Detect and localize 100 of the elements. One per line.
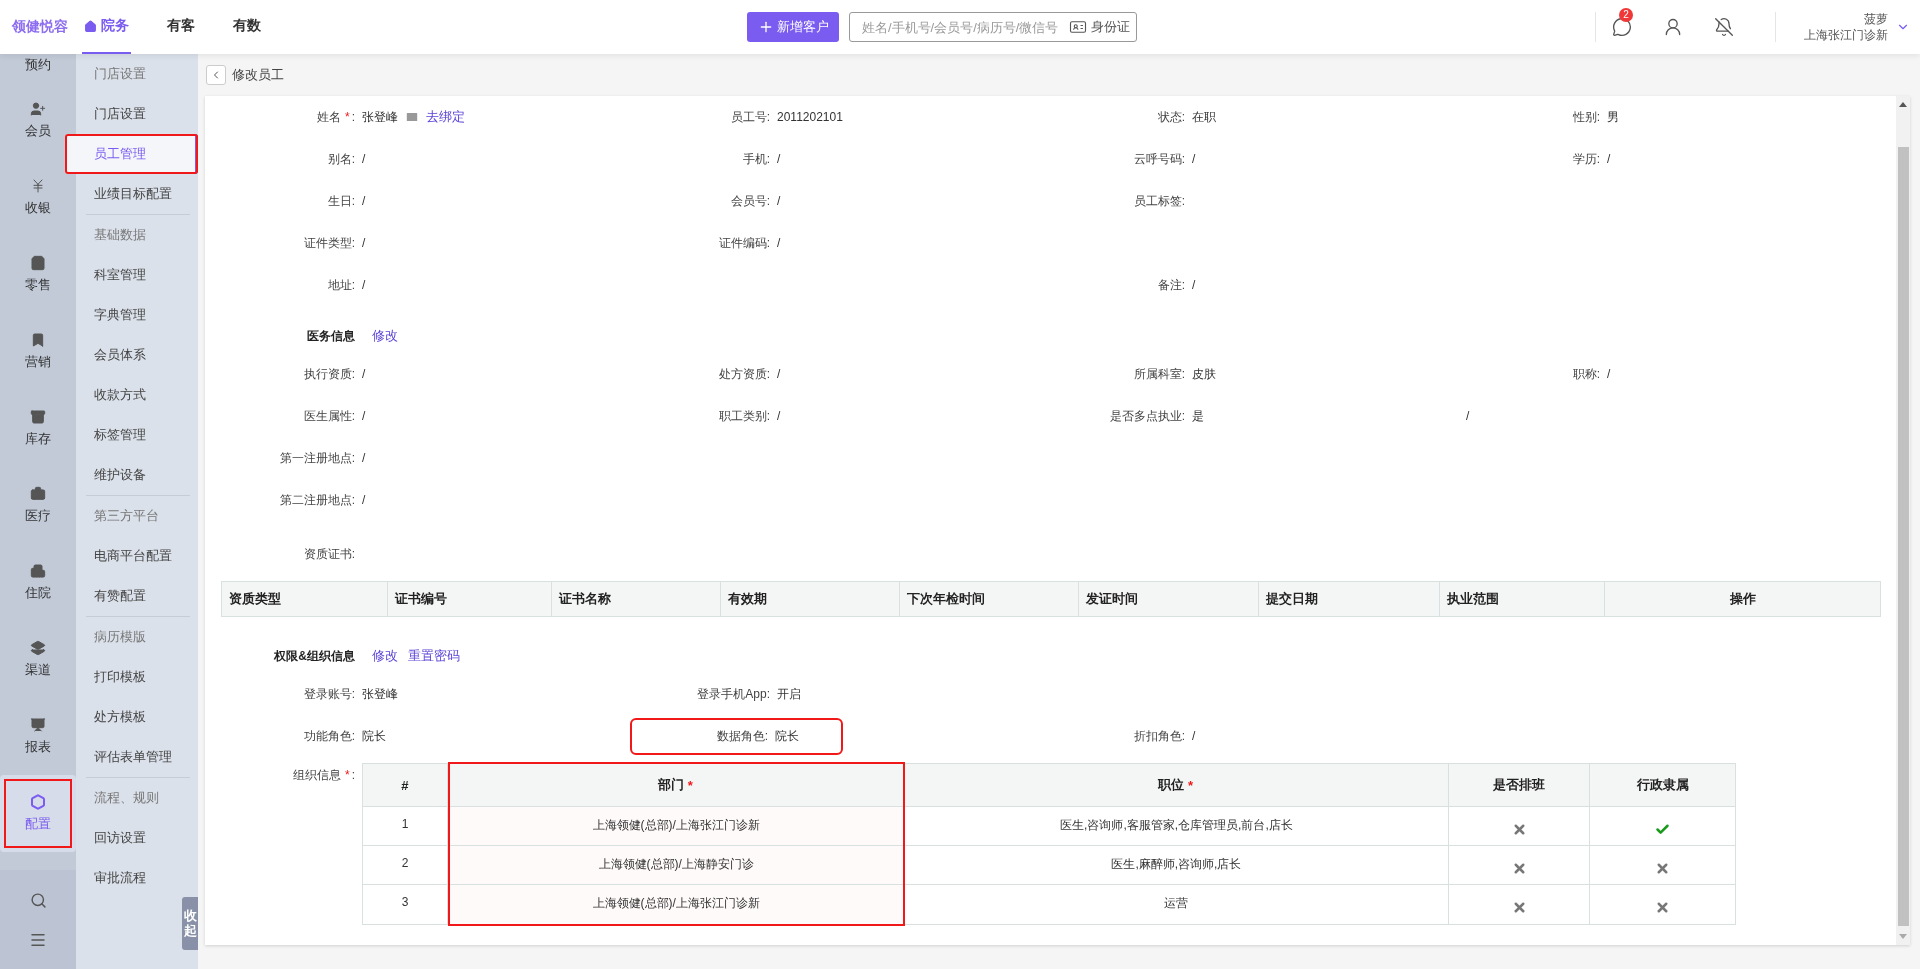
- sidebar-item[interactable]: 回访设置: [76, 818, 198, 858]
- field-label: 执行资质:: [302, 365, 355, 383]
- rail-item[interactable]: 报表: [0, 698, 76, 775]
- rail-item[interactable]: 渠道: [0, 621, 76, 698]
- rail-item[interactable]: 零售: [0, 236, 76, 313]
- field-label: 证件编码:: [717, 234, 770, 252]
- field-value: /: [777, 152, 781, 166]
- field-label: 姓名 * :: [316, 108, 355, 126]
- column-header: 资质类型: [228, 590, 282, 608]
- sidebar-item[interactable]: 评估表单管理: [76, 737, 198, 777]
- field-label: 会员号:: [729, 192, 770, 210]
- mail-icon: [405, 110, 419, 124]
- id-card-button[interactable]: 身份证: [1069, 18, 1130, 36]
- search-icon[interactable]: [29, 892, 47, 909]
- column-header: #: [363, 764, 447, 807]
- sidebar-item[interactable]: 门店设置: [76, 94, 198, 134]
- notification-badge: 2: [1619, 8, 1633, 22]
- field-value: /: [362, 493, 366, 507]
- section-title: 权限&组织信息: [273, 647, 355, 665]
- field-value: /: [777, 194, 781, 208]
- field-label: 地址:: [326, 276, 355, 294]
- field-value: /: [362, 236, 366, 250]
- field-label: 生日:: [326, 192, 355, 210]
- field-label: 组织信息 * :: [292, 767, 355, 784]
- archive-icon: [30, 409, 46, 425]
- sidebar-item[interactable]: 员工管理: [65, 134, 198, 174]
- rail-item[interactable]: 预约: [0, 54, 76, 82]
- column-header: 操作: [1604, 582, 1880, 616]
- section-link[interactable]: 修改: [372, 647, 398, 665]
- user-info[interactable]: 菠萝 上海张江门诊新: [1804, 11, 1888, 43]
- column-header: 执业范围: [1439, 582, 1604, 616]
- field-value: /: [1607, 152, 1611, 166]
- sidebar-item[interactable]: 病历模版: [76, 617, 198, 657]
- chat-icon[interactable]: [1611, 17, 1632, 37]
- field-label: 第一注册地点:: [278, 449, 355, 467]
- field-value: 开启: [777, 685, 801, 703]
- column-header: 是否排班: [1449, 764, 1590, 807]
- edit-link[interactable]: 修改: [372, 327, 398, 345]
- field-label: 登录手机App:: [696, 685, 770, 703]
- hexagon-icon: [30, 794, 46, 810]
- rail-item[interactable]: 库存: [0, 390, 76, 467]
- scrollbar[interactable]: [1896, 96, 1910, 945]
- sidebar-item[interactable]: 基础数据: [76, 215, 198, 255]
- sidebar-item[interactable]: 收款方式: [76, 375, 198, 415]
- menu-icon[interactable]: [29, 931, 47, 949]
- nav-tab[interactable]: 有客: [165, 0, 197, 54]
- sidebar-item[interactable]: 电商平台配置: [76, 536, 198, 576]
- field-value: 皮肤: [1192, 365, 1216, 383]
- section-link[interactable]: 重置密码: [408, 647, 460, 665]
- field-value: 男: [1607, 108, 1619, 126]
- table-cell: 医生,咨询师,客服管家,仓库管理员,前台,店长: [904, 807, 1449, 846]
- sidebar-item[interactable]: 标签管理: [76, 415, 198, 455]
- field-label: 资质证书:: [302, 545, 355, 563]
- yen-icon: [30, 178, 46, 194]
- column-header: 发证时间: [1078, 582, 1258, 616]
- field-label: 备注:: [1156, 276, 1185, 294]
- back-button[interactable]: [206, 65, 226, 85]
- nav-tab[interactable]: 有数: [231, 0, 263, 54]
- column-header: 证书编号: [387, 582, 551, 616]
- field-label: 职称:: [1571, 365, 1600, 383]
- sidebar-item[interactable]: 打印模板: [76, 657, 198, 697]
- rail-item[interactable]: 营销: [0, 313, 76, 390]
- field-value: 院长: [362, 727, 386, 745]
- field-label: 性别:: [1571, 108, 1600, 126]
- sidebar-item[interactable]: 会员体系: [76, 335, 198, 375]
- bell-off-icon[interactable]: [1713, 17, 1734, 37]
- field-label: 所属科室:: [1132, 365, 1185, 383]
- search-field[interactable]: 姓名/手机号/会员号/病历号/微信号 身份证: [849, 12, 1137, 42]
- field-label: 是否多点执业:: [1108, 407, 1185, 425]
- table-cell-text: 3: [400, 894, 410, 911]
- sidebar-item[interactable]: 字典管理: [76, 295, 198, 335]
- sidebar-item[interactable]: 流程、规则: [76, 778, 198, 818]
- field-value: /: [1607, 367, 1611, 381]
- sidebar-item[interactable]: 有赞配置: [76, 576, 198, 616]
- field-value: 张登峰: [362, 685, 398, 703]
- sidebar-item[interactable]: 第三方平台: [76, 496, 198, 536]
- rail-item[interactable]: 医疗: [0, 467, 76, 544]
- page-title: 修改员工: [232, 66, 284, 84]
- field-label: 职工类别:: [717, 407, 770, 425]
- rail-item[interactable]: 住院: [0, 544, 76, 621]
- sidebar-item[interactable]: 门店设置: [76, 54, 198, 94]
- column-header: 证书名称: [551, 582, 720, 616]
- sidebar-item[interactable]: 审批流程: [76, 858, 198, 898]
- sidebar-item[interactable]: 维护设备: [76, 455, 198, 495]
- medical-case-icon: [30, 486, 46, 502]
- bookmark-icon: [30, 332, 46, 348]
- home-icon: [84, 19, 97, 33]
- field-label: 员工号:: [729, 108, 770, 126]
- app-logo: 领健悦容: [11, 18, 69, 36]
- sidebar-item[interactable]: 科室管理: [76, 255, 198, 295]
- field-label: 证件类型:: [302, 234, 355, 252]
- field-value: /: [777, 367, 781, 381]
- field-value: /: [362, 367, 366, 381]
- sidebar-item[interactable]: 处方模板: [76, 697, 198, 737]
- new-customer-button[interactable]: 新增客户: [747, 12, 839, 42]
- table-cell: 2: [363, 846, 447, 885]
- bind-link[interactable]: 去绑定: [426, 108, 465, 126]
- presentation-icon: [30, 717, 46, 733]
- sidebar-item[interactable]: 业绩目标配置: [76, 174, 198, 214]
- field-value: 2011202101: [777, 110, 843, 124]
